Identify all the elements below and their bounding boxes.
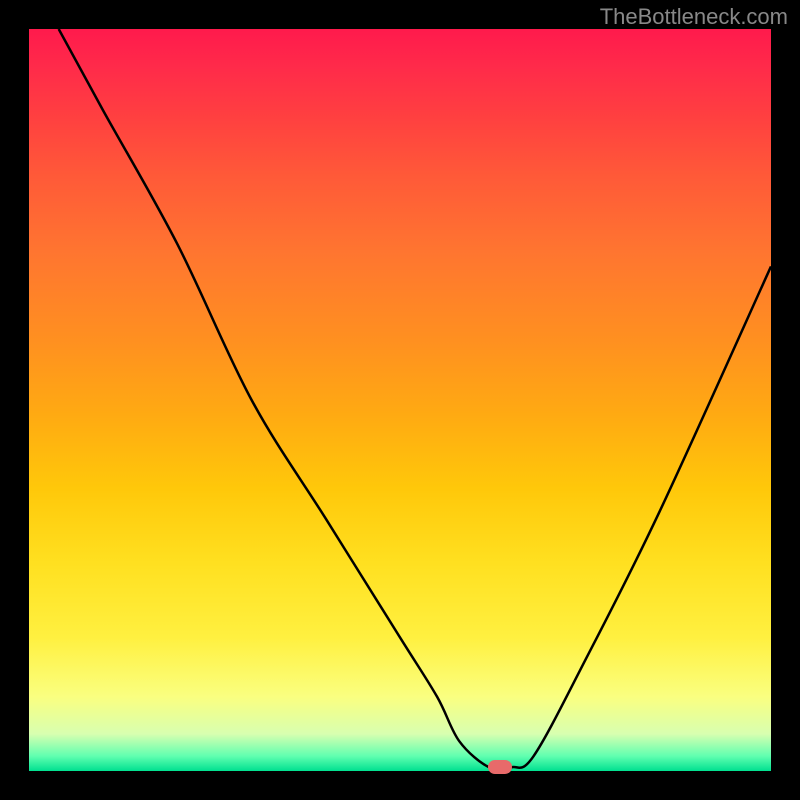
optimum-marker [488,760,512,774]
watermark-text: TheBottleneck.com [600,4,788,30]
bottleneck-curve [29,29,771,771]
plot-area [29,29,771,771]
